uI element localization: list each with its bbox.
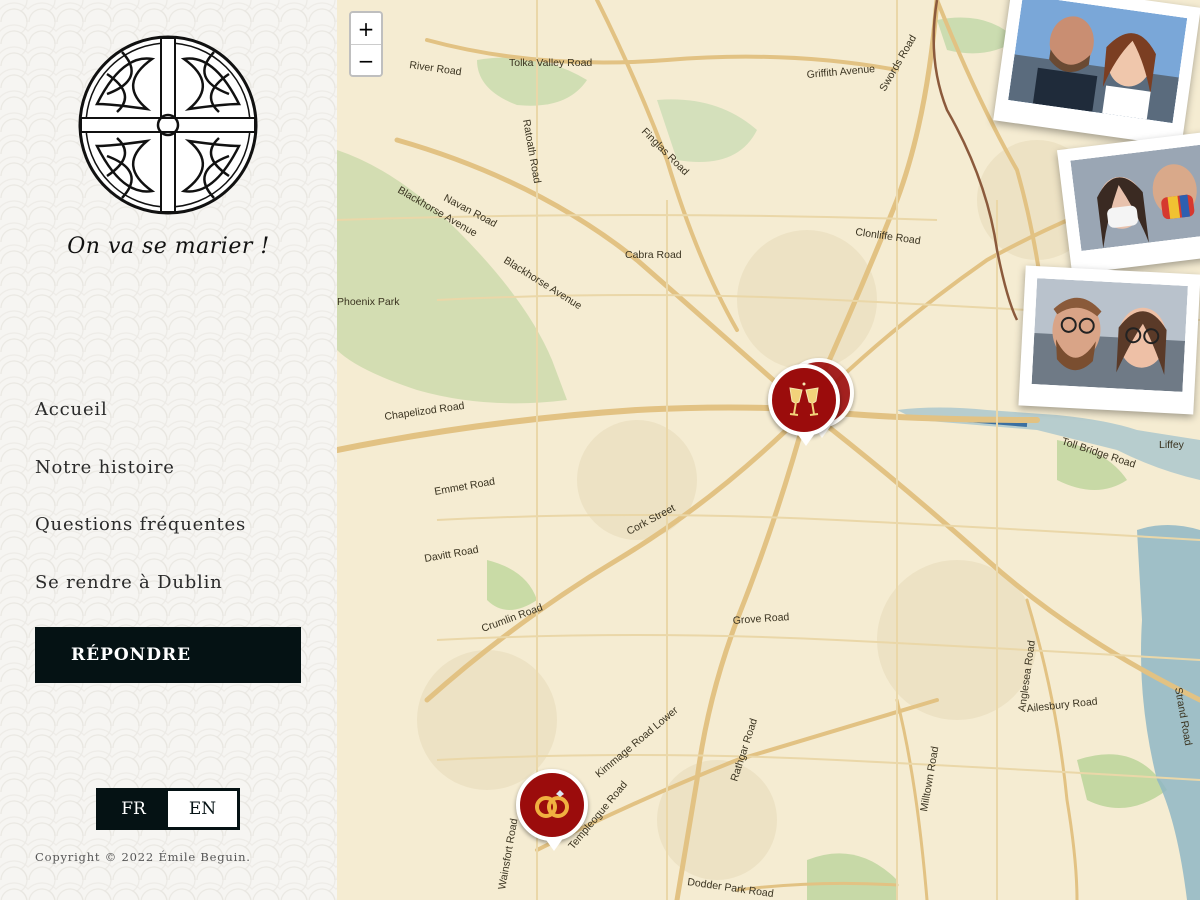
tagline: On va se marier ! (67, 234, 270, 259)
couple-photo-3[interactable] (1018, 265, 1200, 415)
photo-image (1031, 278, 1188, 392)
couple-photo-2[interactable] (1056, 130, 1200, 275)
reception-marker[interactable] (768, 364, 840, 446)
photo-image (1070, 144, 1200, 251)
wedding-rings-icon (535, 790, 569, 818)
sidebar: On va se marier ! Accueil Notre histoire… (0, 0, 338, 900)
nav-item-notre-histoire[interactable]: Notre histoire (35, 454, 246, 512)
street-label: Tolka Valley Road (509, 57, 592, 69)
street-label: Liffey (1159, 439, 1185, 451)
copyright-text: Copyright © 2022 Émile Beguin. (35, 850, 251, 864)
champagne-glasses-icon (789, 382, 819, 416)
map-tiles: River Road Tolka Valley Road Griffith Av… (337, 0, 1200, 900)
zoom-out-button[interactable]: − (351, 45, 381, 75)
map-view[interactable]: River Road Tolka Valley Road Griffith Av… (337, 0, 1200, 900)
main-nav: Accueil Notre histoire Questions fréquen… (35, 396, 246, 626)
language-option-fr[interactable]: FR (99, 791, 168, 827)
nav-item-accueil[interactable]: Accueil (35, 396, 246, 454)
zoom-in-button[interactable]: + (351, 13, 381, 45)
language-switcher: FR EN (96, 788, 240, 830)
language-option-en[interactable]: EN (168, 791, 237, 827)
rsvp-button[interactable]: RÉPONDRE (35, 627, 301, 683)
zoom-controls: + − (349, 11, 383, 77)
nav-item-se-rendre-a-dublin[interactable]: Se rendre à Dublin (35, 569, 246, 627)
street-label: Phoenix Park (337, 296, 400, 308)
couple-photo-1[interactable] (993, 0, 1200, 147)
ceremony-marker[interactable] (516, 769, 588, 851)
street-label: Cabra Road (625, 249, 682, 261)
nav-item-questions-frequentes[interactable]: Questions fréquentes (35, 511, 246, 569)
celtic-knot-logo (77, 34, 259, 216)
photo-image (1008, 0, 1188, 124)
